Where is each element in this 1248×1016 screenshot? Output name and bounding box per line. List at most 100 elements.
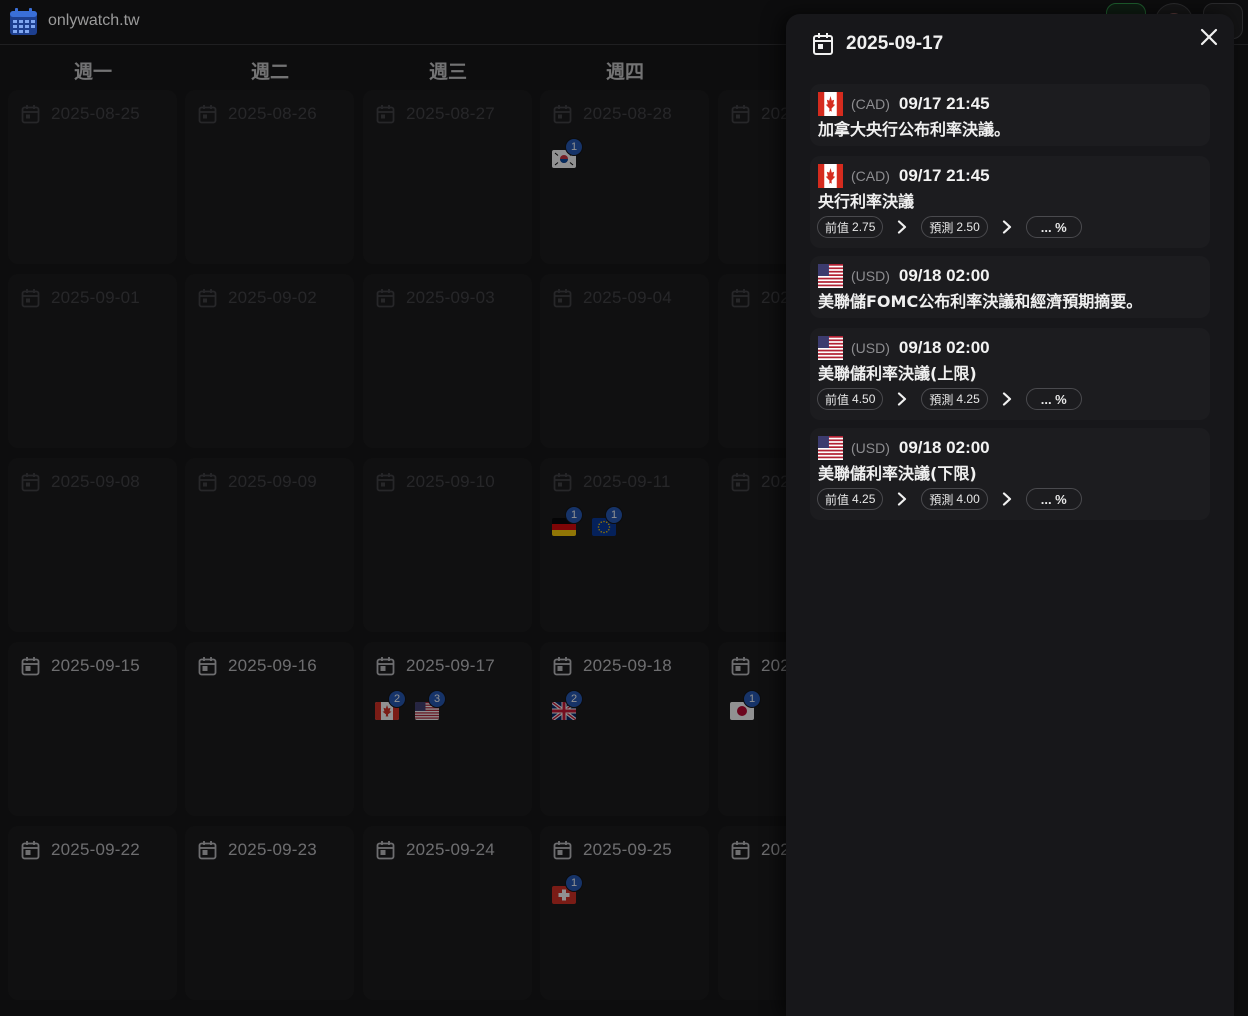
calendar-icon: [813, 33, 833, 55]
calendar-icon: [198, 657, 217, 676]
day-date: 2025-09-24: [406, 840, 495, 859]
day-cell[interactable]: 2025-09-03: [363, 274, 532, 448]
calendar-icon: [553, 841, 572, 860]
day-header: 2025-08-27: [376, 102, 495, 126]
event-values: 前值 4.50 預測 4.25 ... %: [817, 386, 1082, 412]
day-cell[interactable]: 2025-09-09: [185, 458, 354, 632]
calendar-icon: [376, 289, 395, 308]
day-date: 2025-09-22: [51, 840, 140, 859]
flag-de-icon[interactable]: 1: [552, 506, 583, 536]
flag-ca-icon[interactable]: 2: [375, 690, 406, 720]
event-currency: (USD): [851, 268, 890, 284]
day-date: 2025-08-28: [583, 104, 672, 123]
day-cell[interactable]: 2025-08-25: [8, 90, 177, 264]
event-currency: (CAD): [851, 168, 890, 184]
calendar-icon: [553, 657, 572, 676]
flag-gb-icon[interactable]: 2: [552, 690, 583, 720]
event-currency: (USD): [851, 440, 890, 456]
actual-value-pill: ... %: [1025, 488, 1082, 510]
day-cell[interactable]: 2025-09-23: [185, 826, 354, 1000]
event-count-badge: 1: [565, 506, 583, 524]
day-cell[interactable]: 2025-08-28 1: [540, 90, 709, 264]
day-date: 2025-09-18: [583, 656, 672, 675]
event-time: 09/18 02:00: [898, 338, 990, 357]
calendar-icon: [21, 473, 40, 492]
weekday-header: 週四: [605, 61, 644, 83]
event-card[interactable]: (CAD) 09/17 21:45 央行利率決議 前值 2.75 預測 2.50 .…: [810, 156, 1210, 248]
close-icon[interactable]: [1198, 26, 1220, 48]
calendar-icon: [198, 473, 217, 492]
event-title: 美聯儲利率決議(上限): [818, 364, 977, 383]
calendar-icon: [198, 841, 217, 860]
day-date: 2025-09-25: [583, 840, 672, 859]
day-header: 2025-09-25: [553, 838, 672, 862]
day-cell[interactable]: 2025-09-01: [8, 274, 177, 448]
weekday-header: 週一: [73, 61, 112, 83]
flag-jp-icon[interactable]: 1: [730, 690, 761, 720]
event-card[interactable]: (USD) 09/18 02:00 美聯儲FOMC公布利率決議和經濟預期摘要。: [810, 256, 1210, 318]
calendar-icon: [731, 105, 750, 124]
flag-us-icon: [818, 436, 843, 460]
event-card[interactable]: (CAD) 09/17 21:45 加拿大央行公布利率決議。: [810, 84, 1210, 146]
chevron-right-icon: [898, 392, 907, 406]
flag-ch-icon[interactable]: 1: [552, 874, 583, 904]
day-cell[interactable]: 2025-09-02: [185, 274, 354, 448]
day-cell[interactable]: 2025-09-24: [363, 826, 532, 1000]
day-date: 2025-09-08: [51, 472, 140, 491]
day-header: 2025-09-08: [21, 470, 140, 494]
chevron-right-icon: [898, 220, 907, 234]
day-cell[interactable]: 2025-09-25 1: [540, 826, 709, 1000]
day-cell[interactable]: 2025-09-18 2: [540, 642, 709, 816]
day-header: 2025-09-11: [553, 470, 671, 494]
weekday-header: 週三: [428, 61, 467, 83]
day-date: 2025-09-17: [406, 656, 495, 675]
calendar-icon: [21, 289, 40, 308]
day-cell[interactable]: 2025-09-17 2 3: [363, 642, 532, 816]
day-date: 2025-09-02: [228, 288, 317, 307]
day-cell[interactable]: 2025-08-27: [363, 90, 532, 264]
app-title[interactable]: onlywatch.tw: [48, 12, 140, 30]
day-cell[interactable]: 2025-09-10: [363, 458, 532, 632]
calendar-grid-icon[interactable]: [9, 8, 38, 36]
actual-value-pill: ... %: [1025, 388, 1082, 410]
event-meta: (USD) 09/18 02:00: [818, 264, 990, 288]
calendar-icon: [376, 473, 395, 492]
event-time: 09/18 02:00: [898, 266, 990, 285]
day-cell[interactable]: 2025-09-22: [8, 826, 177, 1000]
day-cell[interactable]: 2025-09-11 1 1: [540, 458, 709, 632]
day-date: 2025-09-15: [51, 656, 140, 675]
event-title: 加拿大央行公布利率決議。: [818, 120, 1011, 139]
day-header: 2025-08-28: [553, 102, 672, 126]
flag-kr-icon[interactable]: 1: [552, 138, 583, 168]
flag-eu-icon[interactable]: 1: [592, 506, 623, 536]
day-cell[interactable]: 2025-08-26: [185, 90, 354, 264]
chevron-right-icon: [1002, 492, 1011, 506]
day-header: 2025-09-04: [553, 286, 672, 310]
calendar-icon: [731, 657, 750, 676]
day-header: 2025-09-22: [21, 838, 140, 862]
calendar-icon: [376, 841, 395, 860]
day-cell[interactable]: 2025-09-16: [185, 642, 354, 816]
event-count-badge: 1: [743, 690, 761, 708]
day-cell[interactable]: 2025-09-04: [540, 274, 709, 448]
day-header: 2025-09-02: [198, 286, 317, 310]
flag-us-icon[interactable]: 3: [415, 690, 446, 720]
calendar-icon: [198, 105, 217, 124]
day-cell[interactable]: 2025-09-08: [8, 458, 177, 632]
event-card[interactable]: (USD) 09/18 02:00 美聯儲利率決議(上限) 前值 4.50 預測 4…: [810, 328, 1210, 420]
calendar-icon: [553, 473, 572, 492]
day-header: 2025-09-23: [198, 838, 317, 862]
calendar-icon: [21, 105, 40, 124]
event-time: 09/17 21:45: [898, 94, 990, 113]
day-header: 2025-09-15: [21, 654, 140, 678]
event-card[interactable]: (USD) 09/18 02:00 美聯儲利率決議(下限) 前值 4.25 預測 4…: [810, 428, 1210, 520]
flag-us-icon: [818, 336, 843, 360]
event-count-badge: 1: [605, 506, 623, 524]
day-date: 2025-08-26: [228, 104, 317, 123]
actual-value-pill: ... %: [1025, 216, 1082, 238]
day-cell[interactable]: 2025-09-15: [8, 642, 177, 816]
day-date: 2025-08-27: [406, 104, 495, 123]
panel-title: 2025-09-17: [846, 33, 944, 54]
flag-ca-icon: [818, 164, 843, 188]
day-detail-panel: 2025-09-17 (CAD) 09/17 21:45 加拿大央行公布利率決議…: [786, 14, 1234, 1016]
